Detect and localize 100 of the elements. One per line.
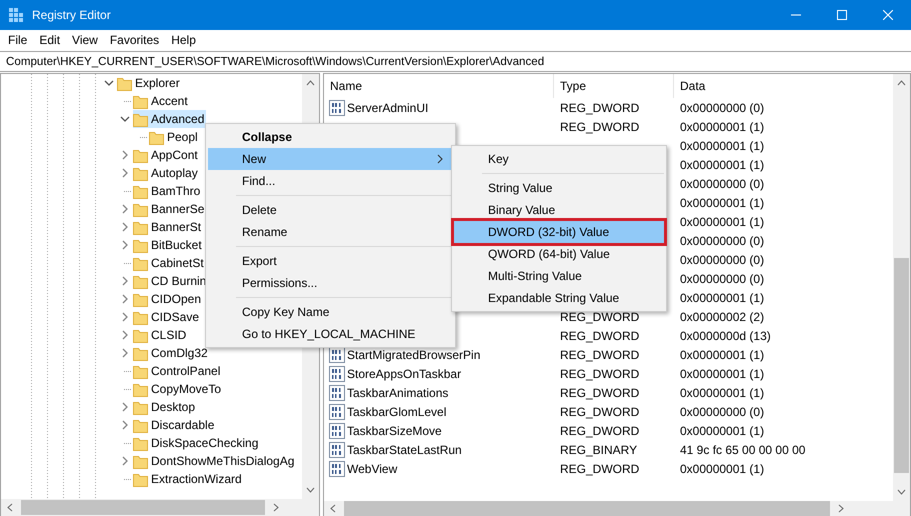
folder-icon (133, 238, 148, 252)
scroll-thumb[interactable] (344, 501, 830, 516)
chevron-right-icon[interactable] (120, 420, 130, 430)
column-header[interactable]: Data (674, 74, 893, 98)
value-icon (329, 442, 345, 458)
column-header[interactable]: Name (324, 74, 554, 98)
menu-item[interactable]: String Value (454, 177, 664, 199)
chevron-right-icon[interactable] (120, 330, 130, 340)
chevron-right-icon[interactable] (120, 402, 130, 412)
table-cell: REG_DWORD (560, 462, 640, 476)
scroll-thumb[interactable] (21, 500, 265, 515)
chevron-right-icon[interactable] (120, 276, 130, 286)
table-cell: StoreAppsOnTaskbar (347, 366, 462, 380)
table-cell: 0x00000001 (1) (680, 366, 764, 380)
folder-icon (133, 346, 148, 360)
menu-item[interactable]: Expandable String Value (454, 287, 664, 309)
scroll-thumb[interactable] (894, 258, 909, 473)
table-cell: REG_DWORD (560, 100, 640, 114)
tree-item[interactable]: CIDSave (133, 308, 202, 326)
table-cell: REG_DWORD (560, 404, 640, 418)
menu-item[interactable]: New (208, 148, 453, 170)
menu-item[interactable]: Rename (208, 221, 453, 243)
column-header[interactable]: Type (554, 74, 674, 98)
chevron-right-icon[interactable] (120, 168, 130, 178)
chevron-right-icon[interactable] (120, 222, 130, 232)
tree-item[interactable]: ControlPanel (133, 362, 222, 380)
menu-item[interactable]: View (66, 31, 104, 49)
menu-item[interactable]: Key (454, 148, 664, 170)
scroll-right-icon[interactable] (838, 504, 844, 513)
folder-icon (133, 418, 148, 432)
tree-item[interactable]: DiskSpaceChecking (133, 434, 260, 452)
tree-item[interactable]: Discardable (133, 416, 216, 434)
menu-item[interactable]: Help (165, 31, 202, 49)
tree-item[interactable]: Explorer (117, 74, 182, 92)
chevron-right-icon[interactable] (120, 240, 130, 250)
tree-item[interactable]: CD Burnin (133, 272, 208, 290)
menu-item[interactable]: Export (208, 250, 453, 272)
menu-item[interactable]: Edit (33, 31, 66, 49)
menu-item[interactable]: Favorites (104, 31, 166, 49)
menu-item[interactable]: Multi-String Value (454, 265, 664, 287)
tree-item[interactable]: Autoplay (133, 164, 200, 182)
scroll-left-icon[interactable] (7, 503, 13, 512)
table-cell: TaskbarStateLastRun (347, 442, 462, 456)
menu-item[interactable]: Go to HKEY_LOCAL_MACHINE (208, 323, 453, 345)
table-cell: 0x0000000d (13) (680, 328, 771, 342)
menu-item[interactable]: Delete (208, 199, 453, 221)
value-icon (329, 346, 345, 362)
scroll-right-icon[interactable] (273, 503, 279, 512)
table-cell: 0x00000001 (1) (680, 214, 764, 228)
chevron-right-icon[interactable] (120, 204, 130, 214)
tree-item[interactable]: CabinetSt (133, 254, 206, 272)
table-cell: 0x00000001 (1) (680, 120, 764, 134)
tree-item[interactable]: Accent (133, 92, 190, 110)
tree-item[interactable]: BannerSt (133, 218, 204, 236)
chevron-right-icon[interactable] (120, 348, 130, 358)
tree-item[interactable]: DontShowMeThisDialogAg (133, 452, 296, 470)
chevron-down-icon[interactable] (104, 78, 114, 88)
menu-item[interactable]: QWORD (64-bit) Value (454, 243, 664, 265)
table-cell: 0x00000001 (1) (680, 462, 764, 476)
chevron-right-icon[interactable] (120, 150, 130, 160)
chevron-down-icon[interactable] (120, 114, 130, 124)
menu-item[interactable]: Copy Key Name (208, 301, 453, 323)
folder-icon (133, 364, 148, 378)
tree-item[interactable]: CopyMoveTo (133, 380, 224, 398)
table-cell: 41 9c fc 65 00 00 00 00 (680, 442, 806, 456)
tree-item[interactable]: Desktop (133, 398, 198, 416)
tree-item[interactable]: ExtractionWizard (133, 470, 244, 488)
tree-item[interactable]: BamThro (133, 182, 202, 200)
tree-item[interactable]: CIDOpen (133, 290, 204, 308)
menu-item[interactable]: File (2, 31, 34, 49)
tree-item[interactable]: BitBucket (133, 236, 204, 254)
table-cell: TaskbarGlomLevel (347, 404, 446, 418)
tree-item[interactable]: BannerSe (133, 200, 206, 218)
folder-icon (133, 256, 148, 270)
tree-item[interactable]: AppCont (133, 146, 200, 164)
menu-item[interactable]: Collapse (208, 126, 453, 148)
scroll-up-icon[interactable] (306, 80, 315, 86)
tree-item[interactable]: Peopl (149, 128, 200, 146)
tree-item[interactable]: Advanced (133, 110, 206, 128)
chevron-right-icon[interactable] (120, 456, 130, 466)
menu-item[interactable]: DWORD (32-bit) Value (454, 221, 664, 243)
scroll-left-icon[interactable] (330, 504, 336, 513)
scroll-down-icon[interactable] (897, 489, 906, 495)
menu-item[interactable]: Binary Value (454, 199, 664, 221)
menu-item[interactable]: Permissions... (208, 272, 453, 294)
menu-item[interactable]: Find... (208, 170, 453, 192)
tree-item[interactable]: ComDlg32 (133, 344, 210, 362)
scroll-down-icon[interactable] (306, 487, 315, 493)
table-cell: 0x00000001 (1) (680, 158, 764, 172)
vertical-scrollbar[interactable] (893, 74, 910, 501)
scroll-up-icon[interactable] (897, 80, 906, 86)
table-cell: 0x00000001 (1) (680, 424, 764, 438)
chevron-right-icon[interactable] (120, 312, 130, 322)
address-field[interactable]: Computer\HKEY_CURRENT_USER\SOFTWARE\Microsoft\Windows\CurrentVersion\Explorer\Advanced (0, 51, 911, 72)
horizontal-scrollbar[interactable] (324, 501, 910, 516)
tree-item[interactable]: CLSID (133, 326, 188, 344)
horizontal-scrollbar[interactable] (1, 499, 319, 516)
table-cell: 0x00000001 (1) (680, 290, 764, 304)
chevron-right-icon[interactable] (120, 294, 130, 304)
folder-icon (133, 184, 148, 198)
